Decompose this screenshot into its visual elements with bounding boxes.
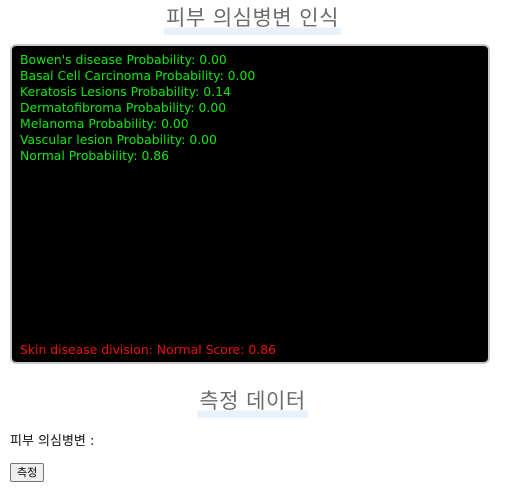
probability-item-normal: Normal Probability: 0.86 [20, 148, 170, 163]
probability-item-melanoma: Melanoma Probability: 0.00 [20, 116, 189, 131]
probability-item-dermatofibroma: Dermatofibroma Probability: 0.00 [20, 100, 227, 115]
header: 피부 의심병변 인식 [0, 2, 505, 35]
probability-list: Bowen's disease Probability: 0.00 Basal … [20, 52, 255, 164]
probability-item-basal-cell-carcinoma: Basal Cell Carcinoma Probability: 0.00 [20, 68, 256, 83]
measure-button[interactable]: 측정 [10, 463, 45, 482]
measurement-title: 측정 데이터 [197, 385, 308, 418]
probability-item-keratosis-lesions: Keratosis Lesions Probability: 0.14 [20, 84, 231, 99]
page: 피부 의심병변 인식 Bowen's disease Probability: … [0, 0, 505, 492]
page-title: 피부 의심병변 인식 [164, 2, 341, 35]
probability-item-vascular-lesion: Vascular lesion Probability: 0.00 [20, 132, 217, 147]
division-result: Skin disease division: Normal Score: 0.8… [20, 342, 276, 357]
measurement-label: 피부 의심병변 : [10, 434, 95, 449]
measurement-header: 측정 데이터 [0, 385, 505, 418]
probability-item-bowens-disease: Bowen's disease Probability: 0.00 [20, 52, 227, 67]
camera-view: Bowen's disease Probability: 0.00 Basal … [10, 44, 490, 364]
